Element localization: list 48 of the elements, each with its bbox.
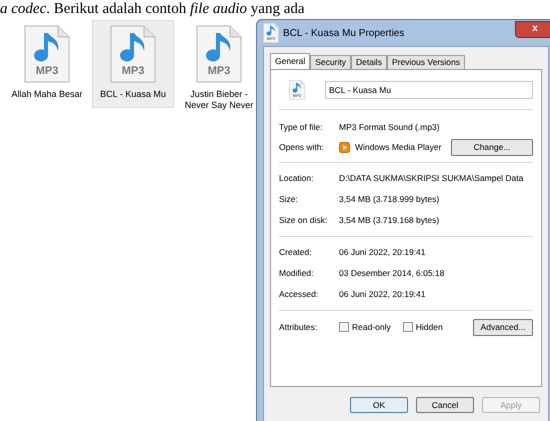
file-name: BCL - Kuasa Mu [100,89,166,100]
field-label: Size: [279,193,299,206]
mp3-file-icon [110,25,156,83]
file-item[interactable]: MP3 BCL - Kuasa Mu [92,20,174,108]
dialog-button[interactable]: Cancel [416,397,474,413]
field-value: 06 Juni 2022, 20:19:41 [339,288,426,301]
document-text: a codec. Berikut adalah contoh file audio yang ada [0,0,305,18]
field-label: Accessed: [279,288,320,301]
file-name: Allah Maha Besar [11,89,83,100]
dialog-button[interactable]: OK [350,397,408,413]
field-label: Location: [279,172,314,185]
field-label: Modified: [279,267,314,280]
file-name-field[interactable]: BCL - Kuasa Mu [325,81,533,99]
field-label: Created: [279,246,313,259]
mp3-file-icon [196,25,242,83]
field-value: D:\DATA SUKMA\SKRIPSI SUKMA\Sampel Data [339,172,524,185]
close-button[interactable]: x [515,20,550,38]
checkbox-label: Hidden [416,320,443,334]
mp3-file-icon [263,23,279,43]
change-button[interactable]: Change... [451,138,533,156]
tab[interactable]: General [270,53,310,69]
checkbox-label: Read-only [352,320,391,334]
field-label: Attributes: [279,320,318,334]
field-value: MP3 Format Sound (.mp3) [339,120,440,134]
field-value: 06 Juni 2022, 20:19:41 [339,246,426,259]
field-value: Windows Media Player [355,140,442,154]
field-label: Type of file: [279,120,324,134]
media-player-icon [339,142,350,152]
format-label: MP3 [120,66,146,77]
field-value: 3,54 MB (3.719.168 bytes) [339,214,440,227]
file-item[interactable]: MP3 Justin Bieber - Never Say Never [178,20,260,108]
window-title: BCL - Kuasa Mu Properties [283,26,404,40]
checkbox[interactable] [339,322,349,332]
field-label: Size on disk: [279,214,328,227]
file-name: Justin Bieber - Never Say Never [184,89,254,111]
advanced-button[interactable]: Advanced... [473,318,533,336]
tab[interactable]: Security [310,55,351,69]
mp3-file-icon [289,80,305,100]
format-label: MP3 [34,66,60,77]
field-value: 03 Desember 2014, 6:05:18 [339,267,444,280]
tab[interactable]: Details [350,55,387,69]
file-item[interactable]: MP3 Allah Maha Besar [6,20,88,108]
tab[interactable]: Previous Versions [386,55,465,69]
mp3-file-icon [24,25,70,83]
field-label: Opens with: [279,140,325,154]
format-label: MP3 [206,66,232,77]
field-value: 3,54 MB (3.718.999 bytes) [339,193,440,206]
checkbox[interactable] [402,322,413,332]
